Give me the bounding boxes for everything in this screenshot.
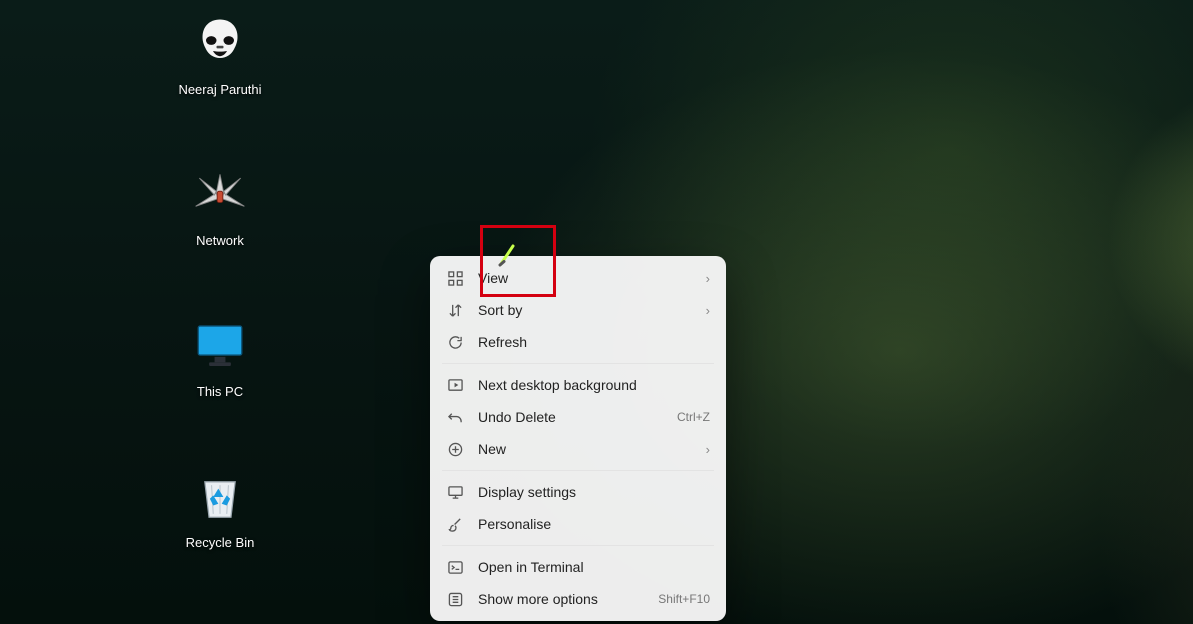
menu-item-more-options[interactable]: Show more options Shift+F10 bbox=[430, 583, 726, 615]
undo-icon bbox=[446, 408, 464, 426]
menu-label: Display settings bbox=[478, 484, 710, 500]
menu-label: Next desktop background bbox=[478, 377, 710, 393]
more-options-icon bbox=[446, 590, 464, 608]
menu-label: View bbox=[478, 270, 692, 286]
chevron-right-icon: › bbox=[706, 271, 710, 286]
menu-label: Sort by bbox=[478, 302, 692, 318]
stormtrooper-icon bbox=[190, 14, 250, 74]
refresh-icon bbox=[446, 333, 464, 351]
desktop-icon-network[interactable]: Network bbox=[155, 165, 285, 248]
display-settings-icon bbox=[446, 483, 464, 501]
menu-label: New bbox=[478, 441, 692, 457]
menu-item-view[interactable]: View › bbox=[430, 262, 726, 294]
desktop-icon-this-pc[interactable]: This PC bbox=[155, 316, 285, 399]
plus-circle-icon bbox=[446, 440, 464, 458]
sort-icon bbox=[446, 301, 464, 319]
desktop-icon-label: Recycle Bin bbox=[186, 535, 255, 550]
menu-label: Open in Terminal bbox=[478, 559, 710, 575]
menu-item-new[interactable]: New › bbox=[430, 433, 726, 465]
menu-item-open-terminal[interactable]: Open in Terminal bbox=[430, 551, 726, 583]
chevron-right-icon: › bbox=[706, 442, 710, 457]
menu-label: Show more options bbox=[478, 591, 644, 607]
brush-icon bbox=[446, 515, 464, 533]
menu-separator bbox=[442, 470, 714, 471]
next-bg-icon bbox=[446, 376, 464, 394]
desktop-context-menu: View › Sort by › Refresh bbox=[430, 256, 726, 621]
menu-separator bbox=[442, 363, 714, 364]
menu-item-personalise[interactable]: Personalise bbox=[430, 508, 726, 540]
desktop-icons-column: Neeraj Paruthi Network bbox=[155, 14, 285, 550]
menu-label: Personalise bbox=[478, 516, 710, 532]
monitor-icon bbox=[190, 316, 250, 376]
recycle-bin-icon bbox=[190, 467, 250, 527]
desktop[interactable]: Neeraj Paruthi Network bbox=[0, 0, 1193, 624]
desktop-icon-label: Network bbox=[196, 233, 244, 248]
desktop-icon-label: This PC bbox=[197, 384, 243, 399]
xwing-icon bbox=[190, 165, 250, 225]
menu-shortcut: Ctrl+Z bbox=[677, 410, 710, 424]
menu-item-display-settings[interactable]: Display settings bbox=[430, 476, 726, 508]
menu-shortcut: Shift+F10 bbox=[658, 592, 710, 606]
menu-item-sortby[interactable]: Sort by › bbox=[430, 294, 726, 326]
menu-label: Refresh bbox=[478, 334, 710, 350]
desktop-icon-user-folder[interactable]: Neeraj Paruthi bbox=[155, 14, 285, 97]
menu-separator bbox=[442, 545, 714, 546]
desktop-icon-label: Neeraj Paruthi bbox=[178, 82, 261, 97]
terminal-icon bbox=[446, 558, 464, 576]
menu-label: Undo Delete bbox=[478, 409, 663, 425]
desktop-icon-recycle-bin[interactable]: Recycle Bin bbox=[155, 467, 285, 550]
menu-item-refresh[interactable]: Refresh bbox=[430, 326, 726, 358]
menu-item-next-bg[interactable]: Next desktop background bbox=[430, 369, 726, 401]
grid-icon bbox=[446, 269, 464, 287]
chevron-right-icon: › bbox=[706, 303, 710, 318]
menu-item-undo-delete[interactable]: Undo Delete Ctrl+Z bbox=[430, 401, 726, 433]
